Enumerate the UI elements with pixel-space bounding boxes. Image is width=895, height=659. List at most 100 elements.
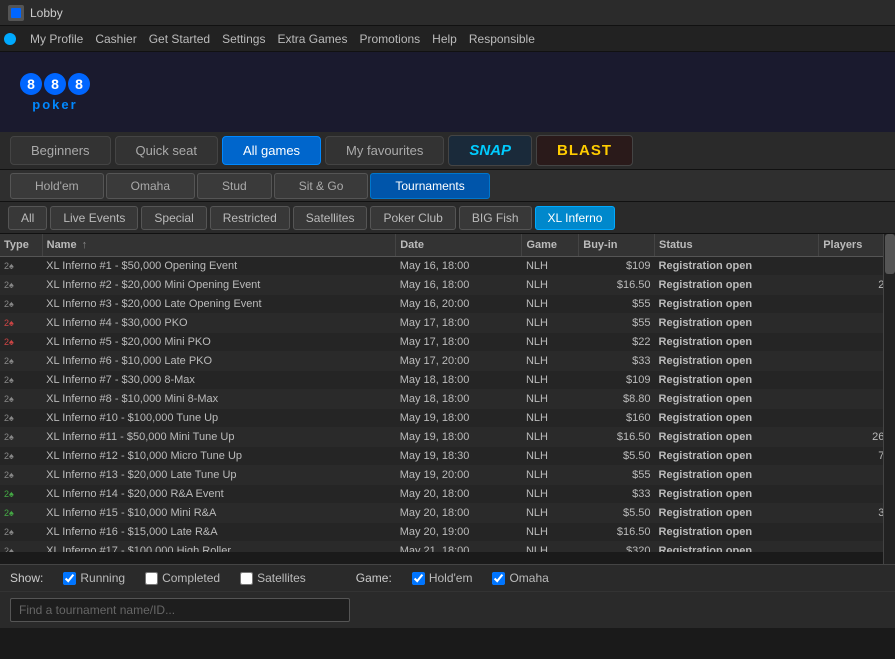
show-label: Show: <box>10 571 43 585</box>
table-row[interactable]: 2♠ XL Inferno #16 - $15,000 Late R&A May… <box>0 523 895 542</box>
table-row[interactable]: 2♠ XL Inferno #4 - $30,000 PKO May 17, 1… <box>0 314 895 333</box>
menu-cashier[interactable]: Cashier <box>95 32 136 46</box>
cell-game: NLH <box>522 295 579 314</box>
tab-sitgo[interactable]: Sit & Go <box>274 173 369 199</box>
table-row[interactable]: 2♠ XL Inferno #2 - $20,000 Mini Opening … <box>0 276 895 295</box>
cell-type: 2♠ <box>0 504 42 523</box>
table-row[interactable]: 2♠ XL Inferno #12 - $10,000 Micro Tune U… <box>0 447 895 466</box>
cell-buyin: $16.50 <box>579 428 655 447</box>
filter-satellites-label[interactable]: Satellites <box>240 571 306 585</box>
tab-blast[interactable]: BLAST <box>536 135 633 166</box>
table-row[interactable]: 2♠ XL Inferno #8 - $10,000 Mini 8-Max Ma… <box>0 390 895 409</box>
filter-satellites-checkbox[interactable] <box>240 572 253 585</box>
cell-status: Registration open <box>655 447 819 466</box>
filter-completed-checkbox[interactable] <box>145 572 158 585</box>
filter-running-text: Running <box>80 571 125 585</box>
table-row[interactable]: 2♠ XL Inferno #10 - $100,000 Tune Up May… <box>0 409 895 428</box>
filter-xl-inferno[interactable]: XL Inferno <box>535 206 616 230</box>
col-header-date[interactable]: Date <box>396 234 522 257</box>
bottom-filter-bar: Show: Running Completed Satellites Game:… <box>0 564 895 591</box>
tab-beginners[interactable]: Beginners <box>10 136 111 165</box>
table-row[interactable]: 2♠ XL Inferno #17 - $100,000 High Roller… <box>0 542 895 553</box>
filter-satellites-text: Satellites <box>257 571 306 585</box>
table-row[interactable]: 2♠ XL Inferno #14 - $20,000 R&A Event Ma… <box>0 485 895 504</box>
filter-poker-club[interactable]: Poker Club <box>370 206 455 230</box>
filter-running-checkbox[interactable] <box>63 572 76 585</box>
cell-buyin: $320 <box>579 542 655 553</box>
cell-date: May 19, 18:00 <box>396 428 522 447</box>
col-header-status[interactable]: Status <box>655 234 819 257</box>
filter-running-label[interactable]: Running <box>63 571 125 585</box>
game-omaha-label[interactable]: Omaha <box>492 571 548 585</box>
tab-tournaments[interactable]: Tournaments <box>370 173 489 199</box>
search-input[interactable] <box>10 598 350 622</box>
filter-live-events[interactable]: Live Events <box>50 206 138 230</box>
cell-status: Registration open <box>655 314 819 333</box>
game-holdem-label[interactable]: Hold'em <box>412 571 473 585</box>
table-row[interactable]: 2♠ XL Inferno #7 - $30,000 8-Max May 18,… <box>0 371 895 390</box>
menu-promotions[interactable]: Promotions <box>359 32 420 46</box>
table-body: 2♠ XL Inferno #1 - $50,000 Opening Event… <box>0 257 895 553</box>
col-header-name[interactable]: Name ↑ <box>42 234 396 257</box>
tab-stud[interactable]: Stud <box>197 173 272 199</box>
tab-my-favourites[interactable]: My favourites <box>325 136 444 165</box>
menu-get-started[interactable]: Get Started <box>149 32 210 46</box>
col-header-buyin[interactable]: Buy-in <box>579 234 655 257</box>
menu-help[interactable]: Help <box>432 32 457 46</box>
filter-all[interactable]: All <box>8 206 47 230</box>
cell-type: 2♠ <box>0 466 42 485</box>
cell-type: 2♠ <box>0 295 42 314</box>
scrollbar[interactable] <box>883 234 895 564</box>
scrollbar-thumb[interactable] <box>885 234 895 274</box>
table-row[interactable]: 2♠ XL Inferno #5 - $20,000 Mini PKO May … <box>0 333 895 352</box>
cell-status: Registration open <box>655 276 819 295</box>
tab-omaha[interactable]: Omaha <box>106 173 195 199</box>
col-header-game[interactable]: Game <box>522 234 579 257</box>
filter-special[interactable]: Special <box>141 206 206 230</box>
cell-game: NLH <box>522 314 579 333</box>
game-holdem-checkbox[interactable] <box>412 572 425 585</box>
cell-game: NLH <box>522 390 579 409</box>
menu-settings[interactable]: Settings <box>222 32 265 46</box>
cell-name: XL Inferno #7 - $30,000 8-Max <box>42 371 396 390</box>
filter-big-fish[interactable]: BIG Fish <box>459 206 532 230</box>
table-row[interactable]: 2♠ XL Inferno #1 - $50,000 Opening Event… <box>0 257 895 276</box>
table-row[interactable]: 2♠ XL Inferno #15 - $10,000 Mini R&A May… <box>0 504 895 523</box>
tab-holdem[interactable]: Hold'em <box>10 173 104 199</box>
filter-satellites[interactable]: Satellites <box>293 206 368 230</box>
table-row[interactable]: 2♠ XL Inferno #3 - $20,000 Late Opening … <box>0 295 895 314</box>
cell-type: 2♠ <box>0 428 42 447</box>
logo-circle-1: 8 <box>20 73 42 95</box>
menu-responsible[interactable]: Responsible <box>469 32 535 46</box>
cell-game: NLH <box>522 352 579 371</box>
cell-buyin: $55 <box>579 314 655 333</box>
table-row[interactable]: 2♠ XL Inferno #13 - $20,000 Late Tune Up… <box>0 466 895 485</box>
menu-extra-games[interactable]: Extra Games <box>277 32 347 46</box>
tab-quick-seat[interactable]: Quick seat <box>115 136 218 165</box>
cell-name: XL Inferno #6 - $10,000 Late PKO <box>42 352 396 371</box>
col-header-type[interactable]: Type <box>0 234 42 257</box>
logo-circle-3: 8 <box>68 73 90 95</box>
cell-status: Registration open <box>655 333 819 352</box>
cell-buyin: $22 <box>579 333 655 352</box>
menu-my-profile[interactable]: My Profile <box>30 32 83 46</box>
cell-type: 2♠ <box>0 314 42 333</box>
logo-circles: 8 8 8 <box>20 73 90 95</box>
table-row[interactable]: 2♠ XL Inferno #11 - $50,000 Mini Tune Up… <box>0 428 895 447</box>
filter-completed-text: Completed <box>162 571 220 585</box>
filter-restricted[interactable]: Restricted <box>210 206 290 230</box>
game-omaha-checkbox[interactable] <box>492 572 505 585</box>
tab-snap[interactable]: SNAP <box>448 135 532 166</box>
cell-date: May 17, 20:00 <box>396 352 522 371</box>
cell-name: XL Inferno #3 - $20,000 Late Opening Eve… <box>42 295 396 314</box>
cell-status: Registration open <box>655 371 819 390</box>
cell-buyin: $160 <box>579 409 655 428</box>
cell-name: XL Inferno #2 - $20,000 Mini Opening Eve… <box>42 276 396 295</box>
filter-completed-label[interactable]: Completed <box>145 571 220 585</box>
tab-all-games[interactable]: All games <box>222 136 321 165</box>
cell-buyin: $33 <box>579 352 655 371</box>
cell-buyin: $109 <box>579 371 655 390</box>
logo-circle-2: 8 <box>44 73 66 95</box>
cell-date: May 19, 18:00 <box>396 409 522 428</box>
table-row[interactable]: 2♠ XL Inferno #6 - $10,000 Late PKO May … <box>0 352 895 371</box>
